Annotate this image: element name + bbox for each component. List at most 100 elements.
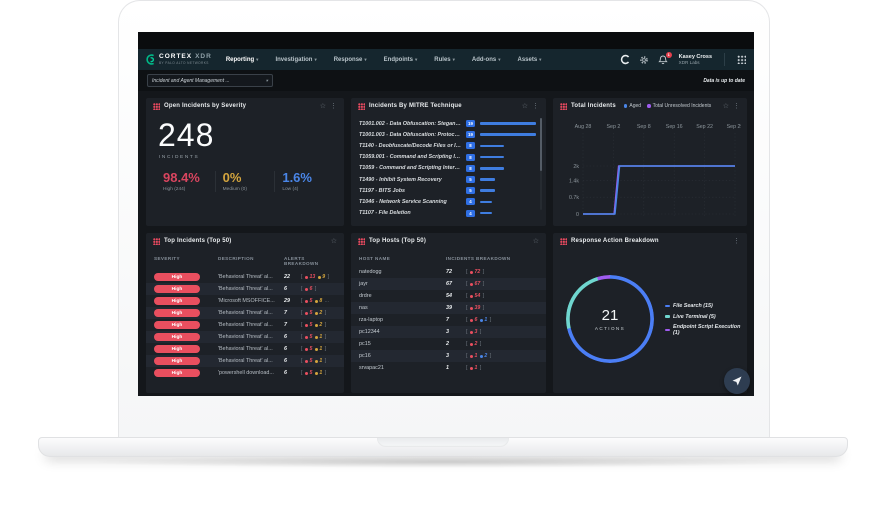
severity-dot	[315, 348, 318, 351]
send-feedback-button[interactable]	[724, 368, 750, 394]
settings-gear-icon[interactable]	[639, 54, 650, 65]
kebab-menu-icon[interactable]: ⋮	[330, 103, 337, 110]
donut-legend: File Search (15) Live Terminal (5) Endpo…	[665, 303, 747, 336]
logo-product: XDR	[195, 53, 212, 60]
table-row[interactable]: High 'Behavioral Threat' al... 6 [	[146, 355, 344, 367]
actions-count-label: ACTIONS	[595, 326, 625, 331]
mitre-row[interactable]: T1490 - Inhibit System Recovery 5	[351, 174, 546, 185]
dashboard: Open Incidents by Severity ☆ ⋮ 248 INCID…	[138, 91, 754, 396]
screen: CORTEXXDR BY PALO ALTO NETWORKS Reportin…	[138, 32, 754, 396]
table-row[interactable]: High 'Behavioral Threat' al... 7 [	[146, 307, 344, 319]
severity-dot	[480, 355, 483, 358]
favorite-star-icon[interactable]: ☆	[522, 103, 528, 110]
severity-dot	[470, 283, 473, 286]
chevron-down-icon: ▾	[498, 57, 500, 63]
table-row[interactable]: High 'powershell download... 6 [	[146, 367, 344, 379]
favorite-star-icon[interactable]: ☆	[320, 103, 326, 110]
panel-total-incidents: Total Incidents Aged	[553, 98, 747, 226]
severity-stat: 98.4% High (244)	[156, 171, 215, 192]
panel-title: Incidents By MITRE Technique	[369, 103, 462, 109]
chevron-down-icon: ▾	[364, 57, 366, 63]
count-badge: 8	[466, 154, 475, 161]
severity-dot	[305, 288, 308, 291]
table-row[interactable]: drdre 54 [ 54	[351, 290, 546, 302]
widget-icon	[560, 238, 567, 245]
table-row[interactable]: High 'Behavioral Threat' al... 6 [	[146, 331, 344, 343]
severity-stat: 0% Medium (0)	[215, 171, 275, 192]
nav-item[interactable]: Rules ▾	[434, 57, 455, 63]
legend-marker	[665, 329, 670, 332]
nav-item[interactable]: Assets ▾	[517, 57, 541, 63]
notifications-bell-icon[interactable]: 1	[658, 54, 669, 65]
chevron-down-icon: ▾	[256, 57, 258, 63]
dashboard-selector[interactable]: Incident and Agent Management ... ▾	[147, 74, 273, 87]
severity-dot	[470, 355, 473, 358]
svg-text:0: 0	[576, 212, 579, 218]
table-row[interactable]: High 'Microsoft MSOFFICE... 29 [	[146, 295, 344, 307]
help-icon[interactable]	[620, 54, 631, 65]
app-switcher-grid-icon[interactable]	[737, 55, 746, 64]
nav-item[interactable]: Reporting ▾	[226, 57, 259, 63]
legend-dot	[624, 104, 628, 108]
mitre-bar-fill	[480, 156, 504, 159]
screen-top-strip	[138, 32, 754, 49]
severity-badge: High	[154, 357, 200, 365]
count-badge: 5	[466, 187, 475, 194]
nav-item[interactable]: Endpoints ▾	[384, 57, 418, 63]
table-row[interactable]: High 'Behavioral Threat' al... 6 [	[146, 343, 344, 355]
nav-item[interactable]: Response ▾	[334, 57, 367, 63]
nav-item[interactable]: Investigation ▾	[275, 57, 316, 63]
panel-open-incidents: Open Incidents by Severity ☆ ⋮ 248 INCID…	[146, 98, 344, 226]
user-menu[interactable]: Kasey Cross XDR Labs	[679, 54, 712, 66]
mitre-row[interactable]: T1059 - Command and Scripting Interpr...…	[351, 163, 546, 174]
mitre-row[interactable]: T1046 - Network Service Scanning 4	[351, 196, 546, 207]
kebab-menu-icon[interactable]: ⋮	[733, 238, 740, 245]
kebab-menu-icon[interactable]: ⋮	[532, 103, 539, 110]
scrollbar[interactable]	[540, 118, 542, 210]
favorite-star-icon[interactable]: ☆	[533, 238, 539, 245]
table-row[interactable]: nas 39 [ 39	[351, 302, 546, 314]
mitre-row[interactable]: T1059.001 - Command and Scripting Int...…	[351, 152, 546, 163]
mitre-row[interactable]: T1001.003 - Data Obfuscation: Protocol .…	[351, 129, 546, 140]
severity-stats: 98.4% High (244) 0% Medium (0) 1.6%	[146, 171, 344, 192]
table-row[interactable]: High 'Behavioral Threat' al... 6 [	[146, 283, 344, 295]
severity-dot	[305, 372, 308, 375]
favorite-star-icon[interactable]: ☆	[723, 103, 729, 110]
sub-header: Incident and Agent Management ... ▾ Data…	[138, 70, 754, 91]
nav-item[interactable]: Add-ons ▾	[472, 57, 501, 63]
severity-dot	[470, 331, 473, 334]
severity-dot	[470, 343, 473, 346]
table-header: Host Name Incidents Breakdown	[351, 249, 546, 266]
mitre-row[interactable]: T1197 - BITS Jobs 5	[351, 185, 546, 196]
table-row[interactable]: jayr 67 [ 67	[351, 278, 546, 290]
incident-count-label: INCIDENTS	[146, 155, 344, 160]
kebab-menu-icon[interactable]: ⋮	[733, 103, 740, 110]
table-row[interactable]: rza-laptop 7 [ 6	[351, 314, 546, 326]
cortex-logo-icon	[146, 54, 156, 65]
svg-text:Sep 29: Sep 29	[727, 124, 741, 130]
chevron-down-icon: ▾	[266, 78, 268, 84]
severity-dot	[315, 336, 318, 339]
favorite-star-icon[interactable]: ☆	[331, 238, 337, 245]
laptop-mockup-scene: CORTEXXDR BY PALO ALTO NETWORKS Reportin…	[0, 0, 886, 512]
widget-icon	[358, 103, 365, 110]
mitre-bar-fill	[480, 189, 495, 192]
table-row[interactable]: pc12344 3 [ 3	[351, 326, 546, 338]
severity-dot	[305, 360, 308, 363]
table-row[interactable]: pc15 2 [ 2	[351, 338, 546, 350]
table-row[interactable]: pc16 3 [ 1	[351, 350, 546, 362]
mitre-bar-fill	[480, 167, 504, 170]
widget-icon	[358, 238, 365, 245]
table-row[interactable]: High 'Behavioral Threat' al... 22 [	[146, 271, 344, 283]
table-row[interactable]: High 'Behavioral Threat' al... 7 [	[146, 319, 344, 331]
severity-dot	[315, 372, 318, 375]
table-row[interactable]: srvapac21 1 [ 1	[351, 362, 546, 374]
table-row[interactable]: natedogg 72 [ 72	[351, 266, 546, 278]
mitre-bar-fill	[480, 133, 536, 136]
mitre-row[interactable]: T1001.002 - Data Obfuscation: Stegano...…	[351, 118, 546, 129]
mitre-row[interactable]: T1107 - File Deletion 4	[351, 208, 546, 219]
mitre-row[interactable]: T1140 - Deobfuscate/Decode Files or Inf.…	[351, 140, 546, 151]
actions-count: 21	[602, 307, 619, 324]
legend-item: Live Terminal (5)	[665, 314, 747, 320]
top-nav: CORTEXXDR BY PALO ALTO NETWORKS Reportin…	[138, 49, 754, 70]
